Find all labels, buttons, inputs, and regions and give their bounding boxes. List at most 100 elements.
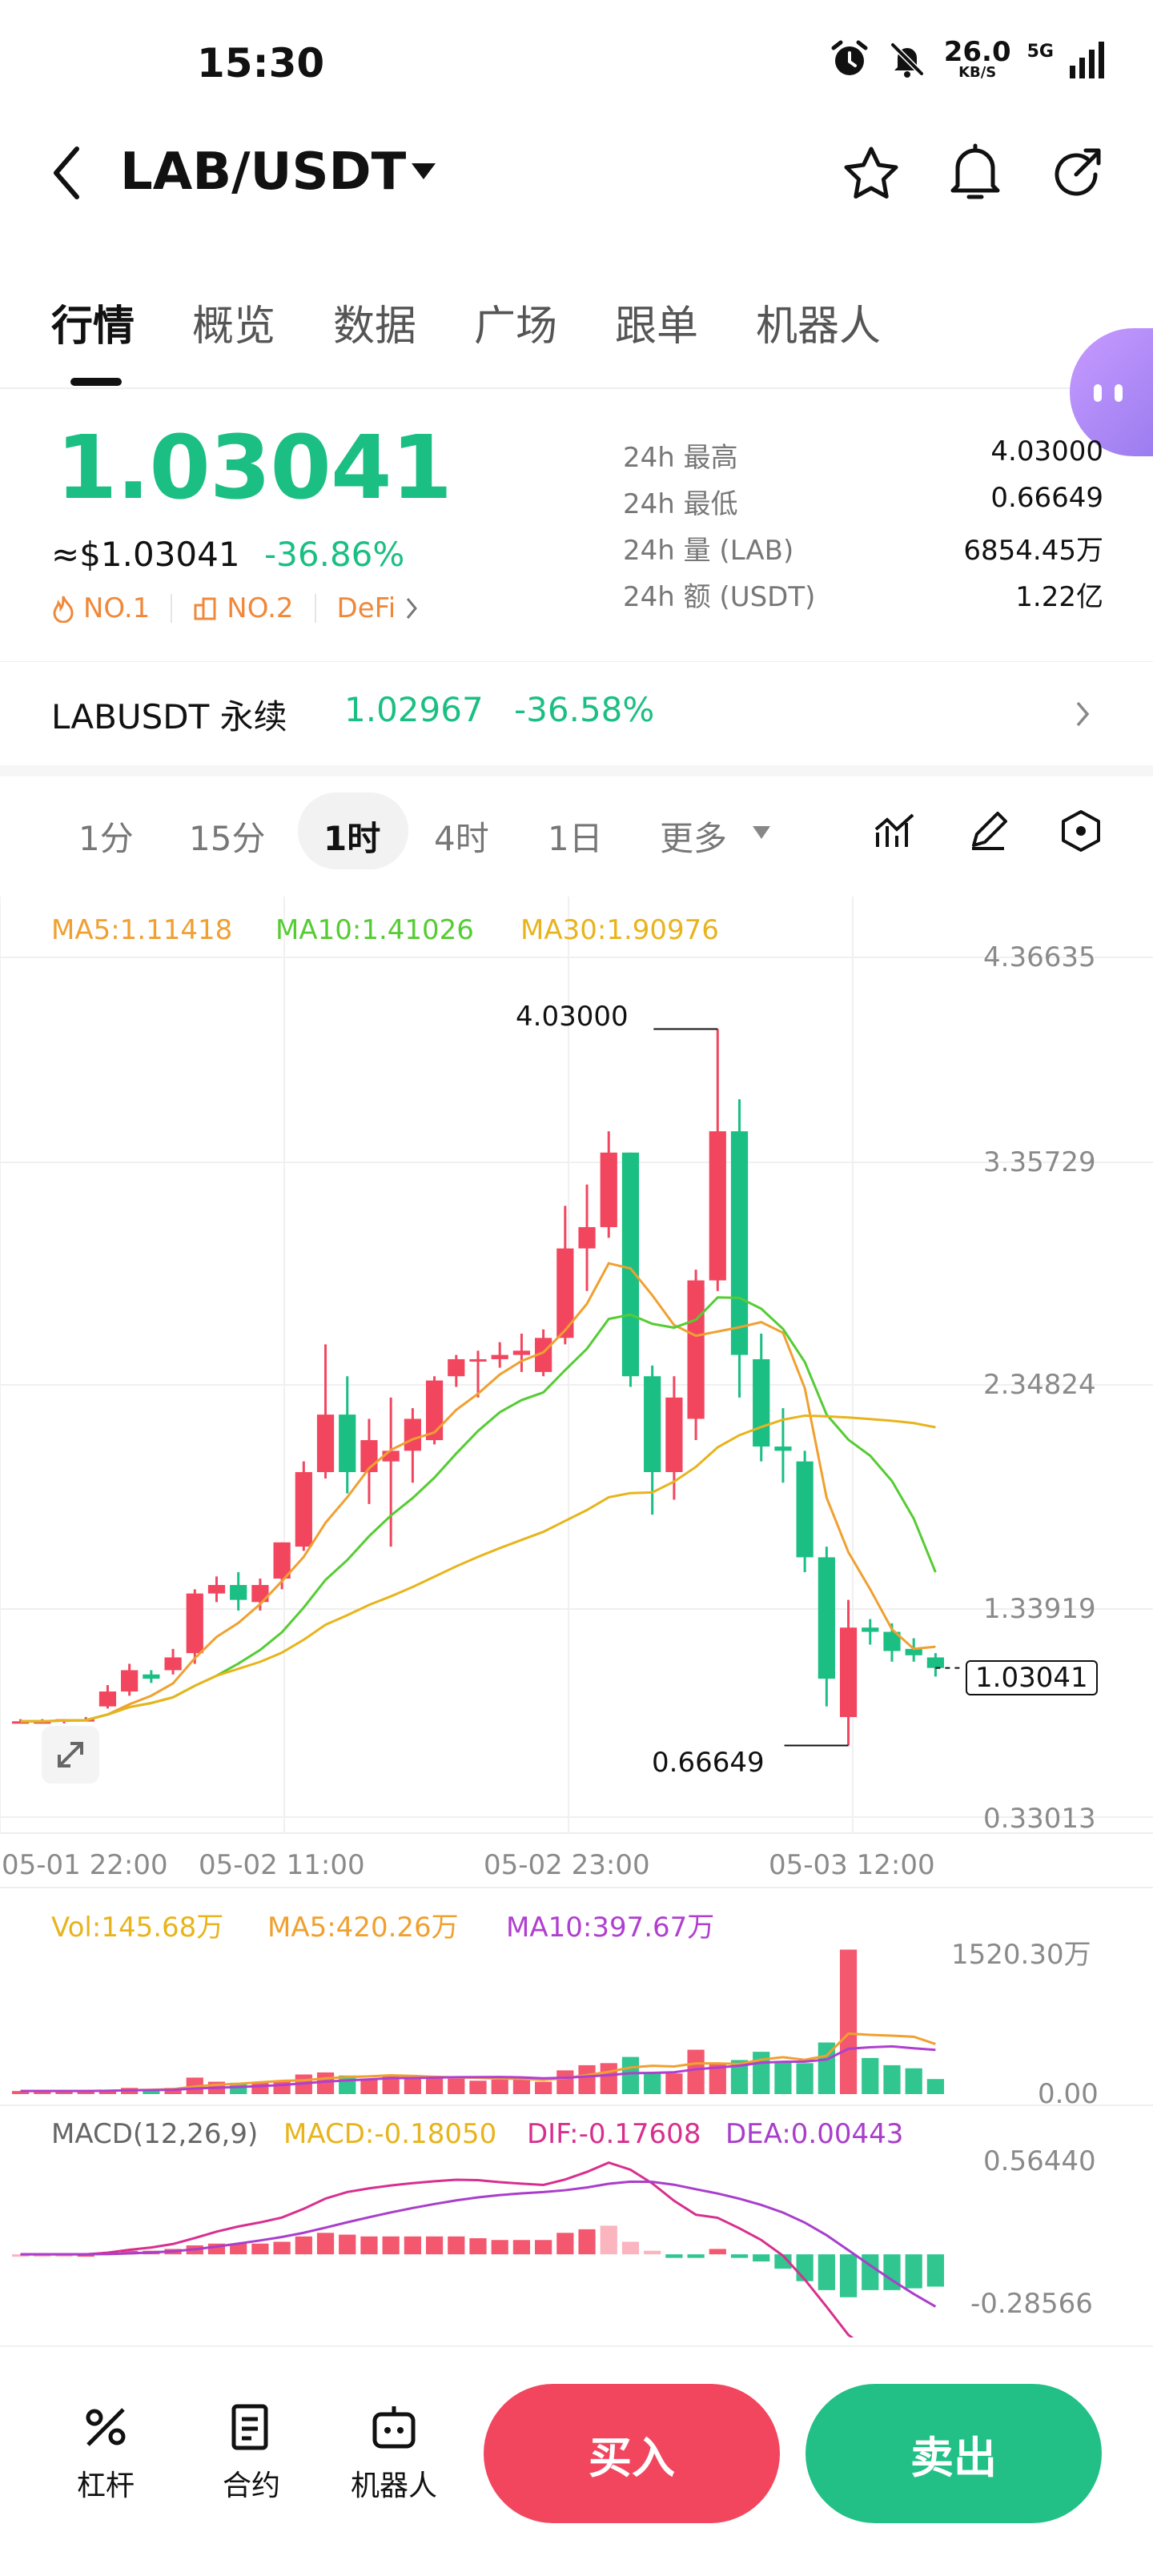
time-label: 05-02 11:00 <box>199 1849 365 1881</box>
leverage-label: 杠杆 <box>77 2470 135 2502</box>
candle-body <box>862 1627 879 1632</box>
network-type: 5G <box>1026 42 1054 62</box>
price-tick: 2.34824 <box>983 1369 1096 1401</box>
chevron-right-icon <box>407 598 418 619</box>
volume-bar <box>360 2078 378 2094</box>
perpetual-change: -36.58% <box>514 690 655 729</box>
volume-bar <box>926 2079 945 2094</box>
macd-histogram-bar <box>535 2240 552 2255</box>
contract-tool[interactable]: 合约 <box>223 2401 280 2504</box>
stats-24h: 24h 最高 4.03000 24h 最低 0.66649 24h 量 (LAB) 6… <box>623 435 1103 621</box>
volume-bar <box>905 2068 922 2094</box>
macd-histogram-bar <box>404 2236 421 2255</box>
macd-histogram-bar <box>839 2254 858 2297</box>
tab-square[interactable]: 广场 <box>474 292 557 352</box>
time-label: 05-03 12:00 <box>769 1849 935 1881</box>
macd-histogram-bar <box>556 2233 574 2255</box>
interval-1d[interactable]: 1日 <box>548 812 603 861</box>
candle-body <box>753 1358 770 1447</box>
macd-histogram-bar <box>796 2254 814 2281</box>
divider <box>0 765 1153 776</box>
bot-label: 机器人 <box>351 2470 438 2502</box>
candle-body <box>491 1354 508 1359</box>
candle-body <box>600 1152 617 1227</box>
badge-divider <box>314 594 316 623</box>
volume-bar <box>774 2060 792 2094</box>
perpetual-price: 1.02967 <box>344 690 484 729</box>
price-tick: 3.35729 <box>983 1146 1096 1178</box>
volume-bar <box>665 2073 683 2094</box>
candle-body <box>578 1226 596 1249</box>
buy-button[interactable]: 买入 <box>484 2384 780 2523</box>
volume-bar <box>535 2081 552 2094</box>
tab-data[interactable]: 数据 <box>333 292 416 352</box>
chevron-right-icon[interactable] <box>1073 698 1092 730</box>
volume-bar <box>644 2073 661 2094</box>
ma10-legend: MA10:1.41026 <box>275 914 474 946</box>
macd-histogram-bar <box>316 2233 335 2255</box>
volume-bar <box>862 2057 879 2094</box>
macd-histogram-bar <box>295 2236 312 2255</box>
high-price-label: 4.03000 <box>516 1001 629 1033</box>
macd-histogram-bar <box>425 2236 444 2255</box>
tab-overview[interactable]: 概览 <box>192 292 275 352</box>
volume-bar <box>687 2049 705 2094</box>
tab-market[interactable]: 行情 <box>51 292 135 352</box>
favorite-star-icon[interactable] <box>841 144 902 205</box>
stat-low: 24h 最低 0.66649 <box>623 482 1103 520</box>
candle-body <box>339 1414 356 1472</box>
candle-body <box>98 1691 117 1707</box>
interval-1h[interactable]: 1时 <box>323 812 380 861</box>
category-badge[interactable]: DeFi <box>337 592 420 624</box>
pair-dropdown-icon[interactable] <box>410 160 437 183</box>
tab-copy-trading[interactable]: 跟单 <box>615 292 698 352</box>
pair-title[interactable]: LAB/USDT <box>120 142 406 202</box>
leverage-tool[interactable]: 杠杆 <box>77 2401 135 2504</box>
macd-histogram-bar <box>644 2250 661 2255</box>
share-icon[interactable] <box>1046 144 1107 205</box>
volume-bar <box>839 1949 858 2094</box>
candle-body <box>818 1557 835 1679</box>
bot-tool[interactable]: 机器人 <box>351 2401 437 2504</box>
draw-pen-icon[interactable] <box>966 809 1010 853</box>
flame-icon <box>53 596 74 623</box>
hot-rank-badge[interactable]: NO.1 <box>51 592 150 624</box>
volume-bar <box>448 2078 465 2094</box>
divider <box>0 387 1153 389</box>
chart-settings-icon[interactable] <box>1059 809 1103 853</box>
volume-bar <box>621 2056 640 2094</box>
interval-more[interactable]: 更多 <box>660 812 727 861</box>
macd-histogram-bar <box>578 2229 596 2255</box>
volume-bar <box>425 2076 444 2094</box>
volume-bar <box>512 2078 531 2094</box>
macd-histogram-bar <box>665 2254 683 2258</box>
perpetual-name[interactable]: LABUSDT 永续 <box>51 690 287 739</box>
expand-chart-icon[interactable] <box>42 1726 99 1784</box>
tab-bots[interactable]: 机器人 <box>756 292 881 352</box>
last-price: 1.03041 <box>56 416 452 519</box>
more-dropdown-icon[interactable] <box>751 825 772 841</box>
interval-4h[interactable]: 4时 <box>434 812 489 861</box>
candle-body <box>512 1350 531 1355</box>
time-label: 05-02 23:00 <box>484 1849 650 1881</box>
interval-1m[interactable]: 1分 <box>78 812 134 861</box>
interval-15m[interactable]: 15分 <box>189 812 265 861</box>
dif-value: DIF:-0.17608 <box>527 2118 701 2150</box>
macd-histogram-bar <box>730 2254 749 2258</box>
indicator-icon[interactable] <box>873 809 918 853</box>
alert-bell-icon[interactable] <box>945 141 1006 205</box>
macd-histogram-bar <box>905 2254 922 2289</box>
macd-title: MACD(12,26,9) <box>51 2118 259 2150</box>
sell-button[interactable]: 卖出 <box>805 2384 1102 2523</box>
current-price-label: 1.03041 <box>966 1660 1098 1695</box>
macd-histogram-bar <box>862 2254 879 2290</box>
volume-bar <box>796 2063 814 2094</box>
leverage-icon <box>86 2408 126 2446</box>
volume-bar <box>469 2080 487 2094</box>
candle-body <box>121 1670 139 1692</box>
mute-bell-icon <box>890 42 924 78</box>
candle-body <box>774 1446 792 1451</box>
candle-body <box>164 1657 182 1671</box>
sector-rank-badge[interactable]: NO.2 <box>193 592 294 624</box>
back-icon[interactable] <box>50 144 85 202</box>
